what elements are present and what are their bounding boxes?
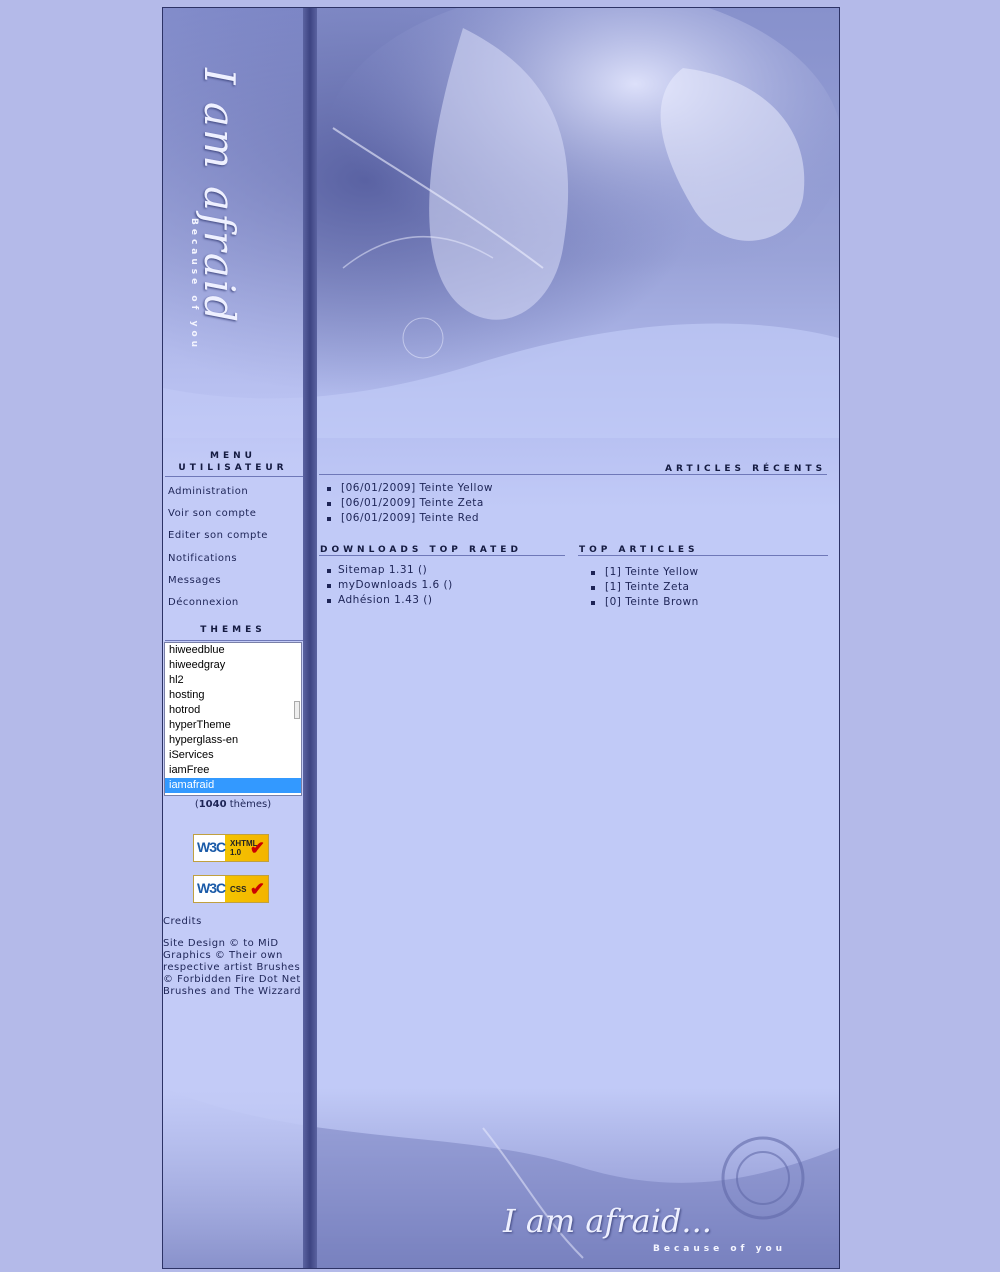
w3c-logo: W3C: [197, 880, 226, 896]
valid-xhtml-badge[interactable]: W3C XHTML 1.0 ✔: [193, 834, 269, 862]
theme-select-list[interactable]: hiweedblue hiweedgray hl2 hosting hotrod…: [164, 642, 302, 796]
menu-item-administration[interactable]: Administration: [168, 486, 248, 497]
checkmark-icon: ✔: [249, 879, 265, 899]
recent-article-link[interactable]: [06/01/2009] Teinte Red: [321, 511, 493, 526]
downloads-top-rated-list: Sitemap 1.31 () myDownloads 1.6 () Adhés…: [321, 563, 453, 608]
menu-item-messages[interactable]: Messages: [168, 575, 221, 586]
credits-title: Credits: [163, 916, 202, 927]
theme-option-selected[interactable]: iamafraid: [165, 778, 301, 793]
valid-css-badge[interactable]: W3C CSS ✔: [193, 875, 269, 903]
footer-logo: I am afraid...: [503, 1202, 712, 1240]
recent-articles-divider: [319, 474, 827, 475]
recent-article-link[interactable]: [06/01/2009] Teinte Zeta: [321, 496, 493, 511]
theme-option[interactable]: hiweedgray: [165, 658, 301, 673]
theme-list-scrollbar[interactable]: [294, 701, 300, 719]
recent-articles-list: [06/01/2009] Teinte Yellow [06/01/2009] …: [321, 481, 493, 526]
top-articles-divider: [578, 555, 828, 556]
page-frame: I am afraid Because of you Menu utilisat…: [162, 7, 840, 1269]
user-menu-title: Menu utilisateur: [178, 451, 288, 473]
theme-option[interactable]: hotrod: [165, 703, 301, 718]
w3c-logo: W3C: [197, 839, 226, 855]
theme-option[interactable]: hiweedblue: [165, 643, 301, 658]
site-tagline: Because of you: [189, 218, 199, 352]
download-link[interactable]: Adhésion 1.43 (): [321, 593, 453, 608]
top-article-link[interactable]: [1] Teinte Yellow: [585, 565, 699, 580]
theme-option[interactable]: iServices: [165, 748, 301, 763]
themes-title: Themes: [200, 625, 266, 635]
theme-option[interactable]: hyperTheme: [165, 718, 301, 733]
theme-option[interactable]: hl2: [165, 673, 301, 688]
recent-articles-title: Articles récents: [665, 464, 827, 474]
menu-item-notifications[interactable]: Notifications: [168, 553, 237, 564]
downloads-divider: [319, 555, 565, 556]
themes-divider: [165, 640, 303, 641]
menu-item-logout[interactable]: Déconnexion: [168, 597, 239, 608]
xhtml-version: 1.0: [230, 848, 242, 857]
recent-article-link[interactable]: [06/01/2009] Teinte Yellow: [321, 481, 493, 496]
top-articles-title: Top articles: [579, 545, 699, 555]
theme-option[interactable]: hosting: [165, 688, 301, 703]
top-articles-list: [1] Teinte Yellow [1] Teinte Zeta [0] Te…: [585, 565, 699, 610]
theme-option[interactable]: iamFree: [165, 763, 301, 778]
top-article-link[interactable]: [0] Teinte Brown: [585, 595, 699, 610]
theme-count: (1040 thèmes): [163, 799, 303, 810]
download-link[interactable]: myDownloads 1.6 (): [321, 578, 453, 593]
credits-text: Site Design © to MiD Graphics © Their ow…: [163, 938, 302, 997]
theme-option[interactable]: hyperglass-en: [165, 733, 301, 748]
menu-item-edit-account[interactable]: Editer son compte: [168, 530, 268, 541]
site-logo: I am afraid: [195, 68, 244, 325]
footer-tagline: Because of you: [653, 1244, 787, 1254]
user-menu-divider: [165, 476, 303, 477]
downloads-top-rated-title: Downloads top Rated: [320, 545, 522, 555]
download-link[interactable]: Sitemap 1.31 (): [321, 563, 453, 578]
top-article-link[interactable]: [1] Teinte Zeta: [585, 580, 699, 595]
theme-count-suffix: thèmes): [226, 799, 272, 810]
menu-item-view-account[interactable]: Voir son compte: [168, 508, 256, 519]
checkmark-icon: ✔: [249, 838, 265, 858]
theme-count-number: 1040: [198, 799, 227, 810]
css-label: CSS: [230, 885, 247, 894]
sidebar-divider: [303, 8, 317, 1268]
